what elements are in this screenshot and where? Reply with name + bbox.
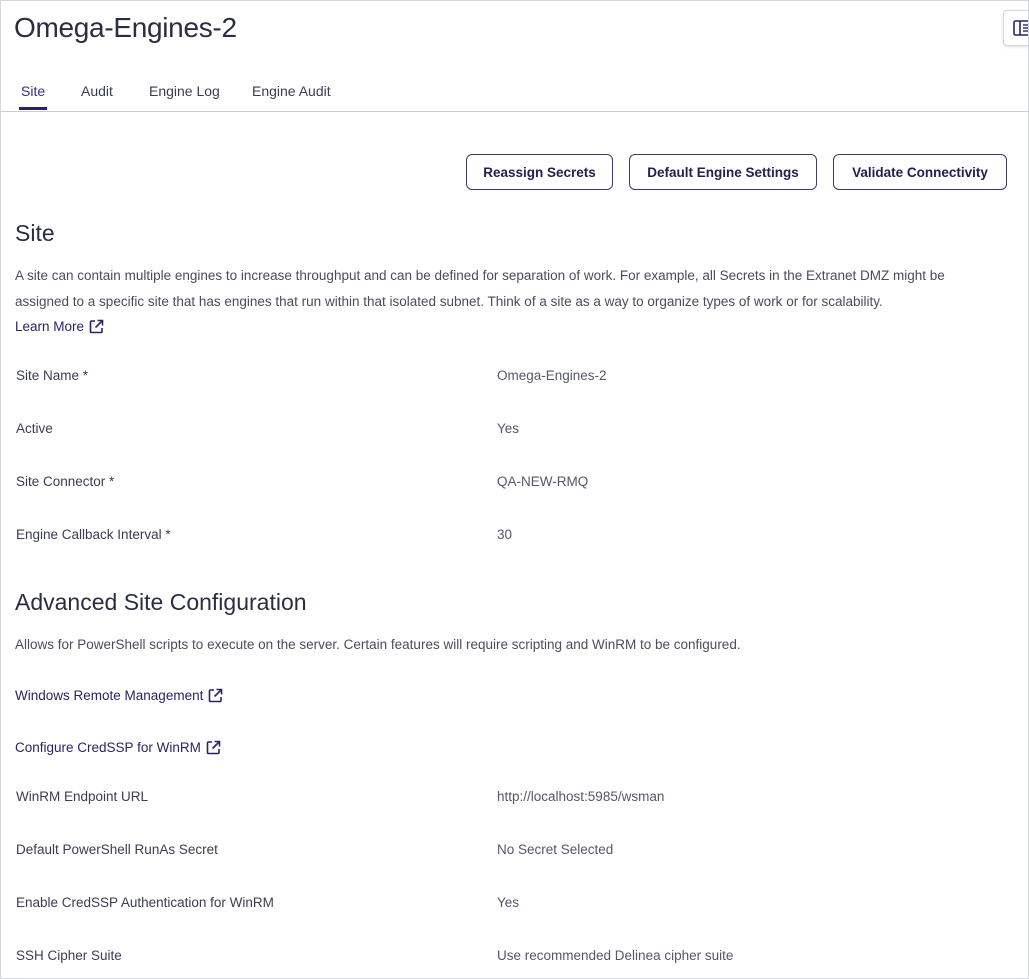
- field-label-enable-credssp: Enable CredSSP Authentication for WinRM: [16, 895, 274, 910]
- field-value-site-name: Omega-Engines-2: [497, 368, 607, 383]
- field-label-site-connector: Site Connector *: [16, 474, 115, 489]
- tab-engine-audit[interactable]: Engine Audit: [252, 83, 331, 99]
- external-link-icon: [89, 319, 104, 334]
- default-engine-settings-button[interactable]: Default Engine Settings: [629, 154, 817, 190]
- site-details-page: Omega-Engines-2 Site Audit Engine Log En…: [0, 0, 1029, 979]
- windows-remote-management-link[interactable]: Windows Remote Management: [15, 688, 223, 703]
- field-value-site-connector: QA-NEW-RMQ: [497, 474, 589, 489]
- tab-engine-log[interactable]: Engine Log: [149, 83, 220, 99]
- field-label-winrm-endpoint-url: WinRM Endpoint URL: [16, 789, 149, 804]
- advanced-description: Allows for PowerShell scripts to execute…: [15, 637, 741, 652]
- field-label-site-name: Site Name *: [16, 368, 89, 383]
- site-description-line-1: A site can contain multiple engines to i…: [15, 268, 945, 283]
- active-tab-indicator: [19, 107, 47, 110]
- tab-bar: Site Audit Engine Log Engine Audit: [1, 71, 1028, 112]
- field-label-ssh-cipher-suite: SSH Cipher Suite: [16, 948, 122, 963]
- external-link-icon: [209, 688, 223, 703]
- field-label-engine-callback-interval: Engine Callback Interval *: [16, 527, 171, 542]
- side-panel-toggle-button[interactable]: [1003, 10, 1028, 46]
- page-title: Omega-Engines-2: [14, 12, 237, 43]
- field-value-powershell-runas-secret: No Secret Selected: [497, 842, 614, 857]
- learn-more-label: Learn More: [15, 319, 85, 334]
- validate-connectivity-button[interactable]: Validate Connectivity: [833, 154, 1007, 190]
- side-panel-icon: [1013, 20, 1028, 36]
- field-value-winrm-endpoint-url: http://localhost:5985/wsman: [497, 789, 665, 804]
- field-value-ssh-cipher-suite: Use recommended Delinea cipher suite: [497, 948, 734, 963]
- configure-credssp-label: Configure CredSSP for WinRM: [15, 740, 201, 755]
- field-value-active: Yes: [497, 421, 520, 436]
- site-description-line-2: assigned to a specific site that has eng…: [15, 294, 883, 309]
- reassign-secrets-button[interactable]: Reassign Secrets: [466, 154, 613, 190]
- tab-site[interactable]: Site: [21, 83, 45, 99]
- field-value-enable-credssp: Yes: [497, 895, 520, 910]
- tab-audit[interactable]: Audit: [81, 83, 113, 99]
- windows-remote-management-label: Windows Remote Management: [15, 688, 204, 703]
- field-value-engine-callback-interval: 30: [497, 527, 513, 542]
- site-section-heading: Site: [15, 220, 55, 246]
- advanced-section-heading: Advanced Site Configuration: [15, 589, 307, 615]
- learn-more-link[interactable]: Learn More: [15, 319, 104, 334]
- configure-credssp-link[interactable]: Configure CredSSP for WinRM: [15, 740, 221, 755]
- field-label-powershell-runas-secret: Default PowerShell RunAs Secret: [16, 842, 218, 857]
- external-link-icon: [206, 740, 221, 755]
- field-label-active: Active: [16, 421, 53, 436]
